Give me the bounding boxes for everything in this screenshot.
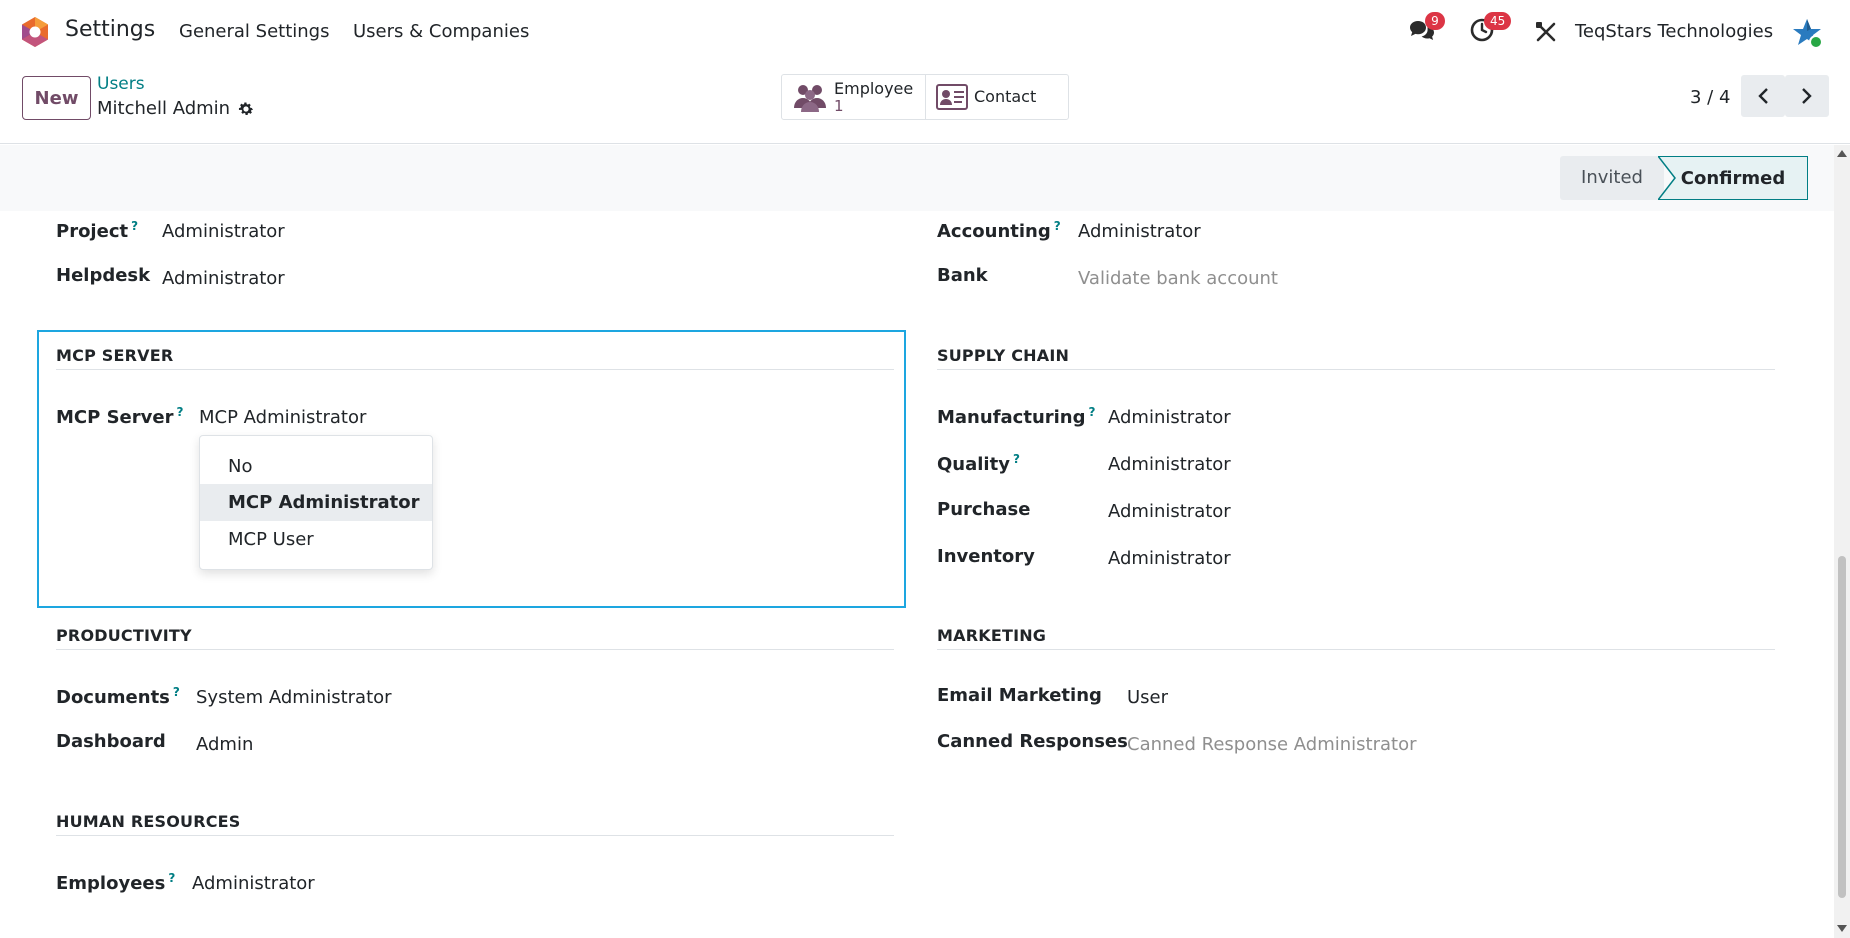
purchase-field[interactable]: Administrator <box>1108 501 1231 522</box>
section-divider <box>937 369 1775 370</box>
supply-chain-title: SUPPLY CHAIN <box>937 346 1070 365</box>
debug-tools-icon[interactable] <box>1535 21 1557 43</box>
status-invited[interactable]: Invited <box>1560 156 1664 200</box>
help-tooltip-icon[interactable]: ? <box>1054 219 1061 233</box>
employees-label: Employees? <box>56 871 176 894</box>
app-title[interactable]: Settings <box>65 17 155 42</box>
helpdesk-label: Helpdesk <box>56 265 151 286</box>
new-button[interactable]: New <box>22 76 91 120</box>
project-label: Project? <box>56 219 139 242</box>
bank-field[interactable]: Validate bank account <box>1078 268 1278 289</box>
mcp-server-dropdown: No MCP Administrator MCP User <box>199 435 433 570</box>
chevron-left-icon <box>1758 88 1768 104</box>
scrollbar-thumb[interactable] <box>1838 556 1846 898</box>
dropdown-option-no[interactable]: No <box>200 448 432 485</box>
control-panel: New Users Mitchell Admin Employee 1 Cont… <box>0 62 1850 144</box>
quality-field[interactable]: Administrator <box>1108 454 1231 475</box>
section-divider <box>56 369 894 370</box>
scroll-up-arrow-icon[interactable] <box>1837 150 1847 157</box>
mcp-server-label: MCP Server? <box>56 405 184 428</box>
company-switcher[interactable]: TeqStars Technologies <box>1575 21 1773 42</box>
help-tooltip-icon[interactable]: ? <box>1089 405 1096 419</box>
human-resources-title: HUMAN RESOURCES <box>56 812 241 831</box>
scroll-down-arrow-icon[interactable] <box>1837 925 1847 932</box>
mcp-server-title: MCP SERVER <box>56 346 174 365</box>
employee-count: 1 <box>834 97 844 115</box>
dropdown-option-mcp-user[interactable]: MCP User <box>200 521 432 558</box>
employees-field[interactable]: Administrator <box>192 873 315 894</box>
productivity-title: PRODUCTIVITY <box>56 626 192 645</box>
status-bar: Invited Confirmed <box>0 145 1834 211</box>
top-navbar: Settings General Settings Users & Compan… <box>0 0 1850 62</box>
employee-label: Employee <box>834 79 914 98</box>
accounting-label: Accounting? <box>937 219 1061 242</box>
canned-responses-field[interactable]: Canned Response Administrator <box>1127 734 1417 755</box>
documents-label: Documents? <box>56 685 180 708</box>
help-tooltip-icon[interactable]: ? <box>1013 452 1020 466</box>
quality-label: Quality? <box>937 452 1020 475</box>
section-divider <box>56 835 894 836</box>
inventory-label: Inventory <box>937 546 1035 567</box>
menu-users-companies[interactable]: Users & Companies <box>353 21 529 42</box>
section-divider <box>56 649 894 650</box>
manufacturing-field[interactable]: Administrator <box>1108 407 1231 428</box>
menu-general-settings[interactable]: General Settings <box>179 21 330 42</box>
mcp-server-section <box>37 330 906 608</box>
pager-value[interactable]: 3 / 4 <box>1690 87 1730 108</box>
employee-smart-button[interactable]: Employee 1 <box>782 75 925 119</box>
smart-buttons: Employee 1 Contact <box>781 74 1069 120</box>
status-arrow-edge <box>1658 156 1676 200</box>
contact-smart-button[interactable]: Contact <box>925 75 1068 119</box>
bank-label: Bank <box>937 265 988 286</box>
user-avatar[interactable] <box>1791 17 1823 49</box>
activities-button[interactable]: 45 <box>1470 12 1512 47</box>
contact-card-icon <box>936 84 968 110</box>
dashboard-field[interactable]: Admin <box>196 734 253 755</box>
dashboard-label: Dashboard <box>56 731 166 752</box>
contact-label: Contact <box>974 87 1037 106</box>
inventory-field[interactable]: Administrator <box>1108 548 1231 569</box>
help-tooltip-icon[interactable]: ? <box>131 219 138 233</box>
section-divider <box>937 649 1775 650</box>
breadcrumb-users-link[interactable]: Users <box>97 74 145 94</box>
breadcrumb-current: Mitchell Admin <box>97 98 231 119</box>
dropdown-option-mcp-administrator[interactable]: MCP Administrator <box>200 484 432 521</box>
purchase-label: Purchase <box>937 499 1031 520</box>
status-confirmed[interactable]: Confirmed <box>1658 156 1808 200</box>
project-field[interactable]: Administrator <box>162 221 285 242</box>
helpdesk-field[interactable]: Administrator <box>162 268 285 289</box>
odoo-logo-icon[interactable] <box>20 16 50 48</box>
activities-count-badge: 45 <box>1484 12 1512 30</box>
email-marketing-label: Email Marketing <box>937 685 1102 706</box>
users-group-icon <box>794 85 826 112</box>
chevron-right-icon <box>1802 88 1812 104</box>
help-tooltip-icon[interactable]: ? <box>168 871 175 885</box>
documents-field[interactable]: System Administrator <box>196 687 392 708</box>
messages-button[interactable]: 9 <box>1409 12 1445 47</box>
pager-next-button[interactable] <box>1785 75 1829 117</box>
accounting-field[interactable]: Administrator <box>1078 221 1201 242</box>
mcp-server-select[interactable]: MCP Administrator <box>199 407 366 428</box>
gear-icon[interactable] <box>237 100 255 118</box>
help-tooltip-icon[interactable]: ? <box>176 405 183 419</box>
help-tooltip-icon[interactable]: ? <box>173 685 180 699</box>
manufacturing-label: Manufacturing? <box>937 405 1096 428</box>
messages-count-badge: 9 <box>1425 12 1445 30</box>
marketing-title: MARKETING <box>937 626 1047 645</box>
email-marketing-field[interactable]: User <box>1127 687 1168 708</box>
pager-previous-button[interactable] <box>1741 75 1785 117</box>
canned-responses-label: Canned Responses <box>937 731 1128 752</box>
